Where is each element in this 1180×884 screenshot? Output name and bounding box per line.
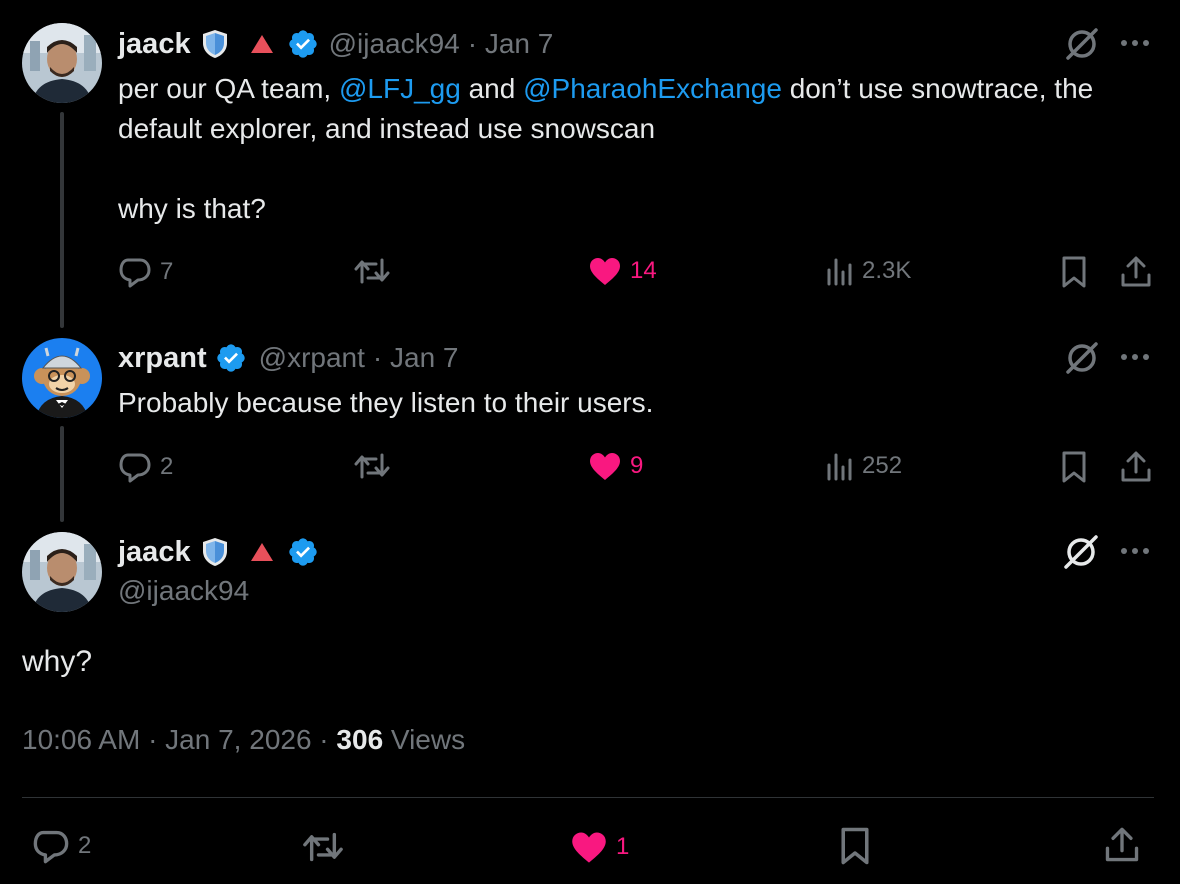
reply-icon xyxy=(118,256,152,288)
thread-connector-line xyxy=(60,426,64,522)
reply-button[interactable]: 2 xyxy=(32,828,91,864)
reply-button[interactable]: 2 xyxy=(118,451,173,483)
reply-icon xyxy=(118,451,152,483)
divider xyxy=(22,797,1154,798)
display-name[interactable]: jaack xyxy=(118,28,191,61)
main-tweet-text: why? xyxy=(22,645,93,678)
tweet-header: jaack @ijaack94 · Jan 7 xyxy=(118,26,553,62)
display-name[interactable]: xrpant xyxy=(118,342,207,375)
heart-icon xyxy=(570,830,608,864)
like-count: 1 xyxy=(616,833,630,860)
grok-icon[interactable] xyxy=(1062,534,1100,570)
like-button[interactable]: 14 xyxy=(588,256,657,286)
tweet-text: Probably because they listen to their us… xyxy=(118,387,654,418)
mention-link[interactable]: @PharaohExchange xyxy=(523,73,782,104)
repost-button[interactable] xyxy=(302,830,344,864)
views-icon xyxy=(826,256,854,286)
post-timestamp[interactable]: 10:06 AM · Jan 7, 2026 · xyxy=(22,724,336,755)
repost-button[interactable] xyxy=(354,451,390,481)
views-count: 252 xyxy=(862,452,903,479)
reply-button[interactable]: 7 xyxy=(118,256,173,288)
grok-icon[interactable] xyxy=(1064,27,1100,61)
bookmark-icon[interactable] xyxy=(838,826,872,866)
heart-icon xyxy=(588,256,622,286)
display-name[interactable]: jaack xyxy=(118,536,191,569)
verified-badge-icon xyxy=(287,28,319,60)
views-icon xyxy=(826,451,854,481)
bookmark-icon[interactable] xyxy=(1060,255,1088,289)
red-triangle-icon xyxy=(249,33,275,55)
views-count: 2.3K xyxy=(862,257,912,284)
post-date[interactable]: · Jan 7 xyxy=(373,342,459,374)
shield-icon xyxy=(199,28,231,60)
red-triangle-icon xyxy=(249,541,275,563)
repost-button[interactable] xyxy=(354,256,390,286)
reply-icon xyxy=(32,828,70,864)
reply-count: 2 xyxy=(78,832,92,859)
more-icon[interactable] xyxy=(1120,352,1150,362)
share-icon[interactable] xyxy=(1104,826,1140,864)
share-icon[interactable] xyxy=(1120,450,1152,484)
repost-icon xyxy=(354,451,390,481)
more-icon[interactable] xyxy=(1120,38,1150,48)
post-date[interactable]: · Jan 7 xyxy=(468,28,554,60)
views-count: 306 xyxy=(336,724,384,755)
timestamp-row: 10:06 AM · Jan 7, 2026 · 306 Views xyxy=(22,724,465,756)
heart-icon xyxy=(588,451,622,481)
avatar[interactable] xyxy=(22,23,102,103)
handle[interactable]: @ijaack94 xyxy=(118,575,249,607)
tweet-header: jaack xyxy=(118,534,319,570)
verified-badge-icon xyxy=(287,536,319,568)
tweet-header: xrpant @xrpant · Jan 7 xyxy=(118,340,459,376)
tweet-text-question: why is that? xyxy=(118,193,266,224)
bookmark-icon[interactable] xyxy=(1060,450,1088,484)
views-label: Views xyxy=(383,724,466,755)
share-icon[interactable] xyxy=(1120,255,1152,289)
handle[interactable]: @xrpant xyxy=(259,342,365,374)
verified-badge-icon xyxy=(215,342,247,374)
like-button[interactable]: 9 xyxy=(588,451,643,481)
avatar[interactable] xyxy=(22,338,102,418)
reply-count: 2 xyxy=(160,453,174,480)
like-button[interactable]: 1 xyxy=(570,830,629,864)
handle[interactable]: @ijaack94 xyxy=(329,28,460,60)
more-icon[interactable] xyxy=(1120,546,1150,556)
views-button[interactable]: 2.3K xyxy=(826,256,911,286)
shield-icon xyxy=(199,536,231,568)
thread-connector-line xyxy=(60,112,64,328)
like-count: 9 xyxy=(630,452,644,479)
repost-icon xyxy=(302,830,344,864)
avatar[interactable] xyxy=(22,532,102,612)
like-count: 14 xyxy=(630,257,657,284)
repost-icon xyxy=(354,256,390,286)
views-button[interactable]: 252 xyxy=(826,451,902,481)
tweet-text-part: per our QA team, xyxy=(118,73,339,104)
tweet-text: per our QA team, @LFJ_gg and @PharaohExc… xyxy=(118,69,1138,149)
grok-icon[interactable] xyxy=(1064,341,1100,375)
tweet-text-part: and xyxy=(460,73,524,104)
mention-link[interactable]: @LFJ_gg xyxy=(339,73,461,104)
reply-count: 7 xyxy=(160,258,174,285)
